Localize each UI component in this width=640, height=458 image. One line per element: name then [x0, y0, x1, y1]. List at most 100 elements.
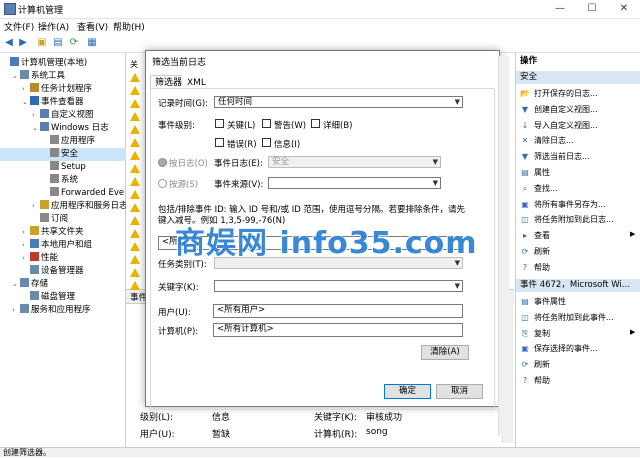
list-item[interactable] — [130, 112, 140, 121]
level-verbose-checkbox[interactable] — [311, 119, 320, 128]
event-log-select[interactable]: 安全 ▼ — [268, 156, 441, 168]
expand-arrow-icon[interactable]: ⌄ — [22, 96, 30, 109]
tree-node[interactable]: › 性能 — [0, 252, 142, 265]
event-source-select[interactable]: ▼ — [268, 177, 441, 189]
expand-arrow-icon[interactable]: ⌄ — [12, 278, 20, 291]
list-item[interactable] — [130, 216, 140, 225]
action-item[interactable]: ◫ 将任务附加到此日志... — [520, 212, 613, 227]
expand-arrow-icon[interactable]: › — [22, 226, 30, 239]
back-icon[interactable]: ◀ — [3, 37, 15, 49]
action-item[interactable]: ▤ 属性 — [520, 165, 550, 180]
action-item[interactable]: ✕ 清除日志... — [520, 133, 574, 148]
action-item[interactable]: ▣ 保存选择的事件... — [520, 341, 597, 356]
by-source-radio[interactable] — [158, 179, 167, 188]
menu-action[interactable]: 操作(A) — [38, 20, 69, 33]
expand-arrow-icon[interactable]: ⌄ — [12, 70, 20, 83]
list-item[interactable] — [130, 190, 140, 199]
tree-node[interactable]: › 任务计划程序 — [0, 83, 142, 96]
by-log-radio[interactable] — [158, 158, 167, 167]
list-item[interactable] — [130, 242, 140, 251]
action-item[interactable]: 📂 打开保存的日志... — [520, 86, 598, 101]
properties-icon[interactable]: ▦ — [86, 37, 98, 49]
menu-view[interactable]: 查看(V) — [77, 20, 108, 33]
action-item[interactable]: ? 帮助 — [520, 260, 550, 275]
action-item[interactable]: ? 帮助 — [520, 373, 550, 388]
list-item[interactable] — [130, 138, 140, 147]
list-item[interactable] — [130, 125, 140, 134]
tree-node[interactable]: › 共享文件夹 — [0, 226, 142, 239]
tree-node-icon — [50, 174, 59, 183]
action-item[interactable]: ◫ 将任务附加到此事件... — [520, 310, 613, 325]
clear-button[interactable]: 清除(A) — [421, 345, 469, 360]
tree-node[interactable]: ⌄ 存储 — [0, 278, 132, 291]
maximize-button[interactable]: ☐ — [576, 0, 608, 18]
minimize-button[interactable]: — — [544, 0, 576, 18]
list-item[interactable] — [130, 151, 140, 160]
action-item[interactable]: ⟳ 刷新 — [520, 244, 550, 259]
computer-input[interactable]: <所有计算机> — [213, 323, 463, 337]
level-critical-checkbox[interactable] — [215, 119, 224, 128]
tree-node-label: 磁盘管理 — [41, 292, 76, 302]
action-item[interactable]: ↓ 导入自定义视图... — [520, 118, 598, 133]
expand-arrow-icon[interactable]: › — [22, 83, 30, 96]
expand-arrow-icon[interactable]: › — [22, 252, 30, 265]
keywords-select[interactable]: ▼ — [214, 280, 463, 292]
action-item-label: 查看 — [534, 231, 550, 241]
logged-label: 记录时间(G): — [158, 99, 209, 109]
show-hide-tree-icon[interactable]: ▤ — [52, 37, 64, 49]
list-item[interactable] — [130, 99, 140, 108]
list-item[interactable] — [130, 177, 140, 186]
column-header-keyword[interactable]: 关 — [130, 59, 138, 70]
actions-section-security[interactable]: 安全 — [516, 71, 640, 84]
action-item[interactable]: ▼ 筛选当前日志... — [520, 149, 590, 164]
action-item[interactable]: ⟳ 刷新 — [520, 357, 550, 372]
action-item[interactable]: ▤ 事件属性 — [520, 294, 566, 309]
tree-node[interactable]: 磁盘管理 — [0, 291, 142, 304]
menu-file[interactable]: 文件(F) — [4, 20, 34, 33]
detail-level-value: 信息 — [212, 413, 231, 423]
list-item[interactable] — [130, 268, 140, 277]
tree-node-icon — [30, 291, 39, 300]
level-info-checkbox[interactable] — [262, 138, 271, 147]
actions-section-event[interactable]: 事件 4672，Microsoft Wi... — [516, 279, 640, 292]
expand-arrow-icon[interactable]: › — [32, 109, 40, 122]
event-level-label: 事件级别: — [158, 121, 195, 131]
tree-node[interactable]: › 本地用户和组 — [0, 239, 142, 252]
tree-node-icon — [30, 226, 39, 235]
level-warning-checkbox[interactable] — [262, 119, 271, 128]
level-error-checkbox[interactable] — [215, 138, 224, 147]
close-button[interactable]: ✕ — [608, 0, 640, 18]
action-item[interactable]: ▼ 创建自定义视图... — [520, 102, 598, 117]
list-item[interactable] — [130, 203, 140, 212]
forward-icon[interactable]: ▶ — [17, 37, 29, 49]
ok-button[interactable]: 确定 — [384, 384, 431, 399]
expand-arrow-icon[interactable]: › — [32, 200, 40, 213]
tree-node[interactable]: 设备管理器 — [0, 265, 142, 278]
level-info-label: 信息(I) — [274, 140, 301, 150]
action-item[interactable]: ▣ 将所有事件另存为... — [520, 197, 605, 212]
list-item[interactable] — [130, 73, 140, 82]
cancel-button[interactable]: 取消 — [436, 384, 483, 399]
expand-arrow-icon[interactable]: ⌄ — [32, 122, 40, 135]
logged-select[interactable]: 任何时间 ▼ — [214, 96, 463, 108]
tree-node[interactable]: 计算机管理(本地) — [0, 57, 122, 70]
list-item[interactable] — [130, 229, 140, 238]
tree-node[interactable]: › 服务和应用程序 — [0, 304, 132, 317]
expand-arrow-icon[interactable]: › — [22, 239, 30, 252]
action-item[interactable]: ⎘ 复制 — [520, 326, 550, 341]
action-item[interactable]: ▸ 查看 — [520, 228, 550, 243]
menu-help[interactable]: 帮助(H) — [113, 20, 145, 33]
list-item[interactable] — [130, 255, 140, 264]
list-item[interactable] — [130, 281, 140, 290]
action-item[interactable]: ⌕ 查找... — [520, 181, 558, 196]
expand-arrow-icon[interactable]: › — [12, 304, 20, 317]
list-item[interactable] — [130, 86, 140, 95]
tree-node[interactable]: ⌄ 系统工具 — [0, 70, 132, 83]
refresh-icon[interactable]: ⟳ — [68, 37, 80, 49]
list-item[interactable] — [130, 164, 140, 173]
list-scrollbar[interactable] — [498, 56, 509, 436]
tree-node-label: 共享文件夹 — [41, 227, 84, 237]
user-input[interactable]: <所有用户> — [213, 304, 463, 318]
tree-node[interactable]: ⌄ 事件查看器 — [0, 96, 142, 109]
folder-up-icon[interactable]: ▣ — [36, 37, 48, 49]
